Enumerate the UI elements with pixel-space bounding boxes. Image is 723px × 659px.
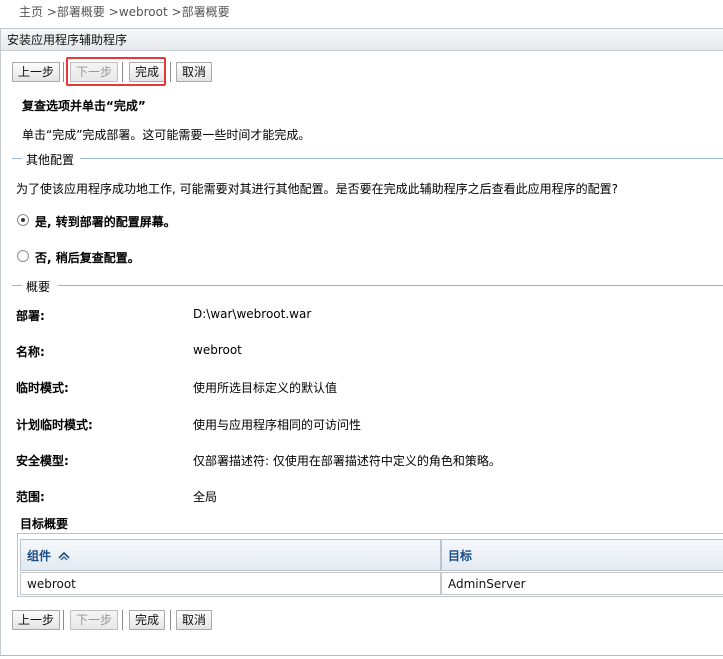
summary-value: 使用与应用程序相同的可访问性 bbox=[193, 418, 362, 432]
summary-label: 计划临时模式: bbox=[16, 418, 93, 432]
next-button-bottom[interactable]: 下一步 bbox=[70, 610, 119, 630]
toolbar-divider bbox=[63, 610, 64, 630]
finish-button-bottom[interactable]: 完成 bbox=[129, 610, 166, 630]
breadcrumb-current: 部署概要 bbox=[181, 5, 230, 19]
summary-label: 范围: bbox=[16, 490, 45, 504]
summary-value: D:\war\webroot.war bbox=[193, 307, 312, 321]
breadcrumb-separator: > bbox=[108, 5, 119, 19]
radio-no-label[interactable]: 否, 稍后复查配置。 bbox=[35, 249, 140, 266]
column-header-target[interactable]: 目标 bbox=[441, 539, 723, 571]
radio-no[interactable] bbox=[17, 250, 29, 262]
section-divider bbox=[80, 158, 723, 159]
summary-value: 使用所选目标定义的默认值 bbox=[193, 381, 338, 395]
breadcrumb-separator: > bbox=[171, 5, 182, 19]
summary-value: webroot bbox=[193, 343, 242, 357]
sort-ascending-icon[interactable] bbox=[58, 541, 70, 573]
summary-label: 部署: bbox=[16, 309, 45, 323]
toolbar-divider bbox=[170, 62, 171, 82]
review-heading: 复查选项并单击“完成” bbox=[22, 99, 146, 113]
summary-value: 仅部署描述符: 仅使用在部署描述符中定义的角色和策略。 bbox=[193, 454, 501, 468]
column-header-label: 组件 bbox=[27, 549, 52, 563]
highlight-box bbox=[66, 57, 166, 86]
radio-yes-label[interactable]: 是, 转到部署的配置屏幕。 bbox=[35, 213, 176, 230]
breadcrumb: 主页 >部署概要 >webroot >部署概要 bbox=[19, 3, 230, 20]
column-header-component[interactable]: 组件 bbox=[20, 539, 441, 571]
summary-label: 安全模型: bbox=[16, 454, 69, 468]
target-summary-title: 目标概要 bbox=[20, 517, 69, 531]
target-summary-table: 组件 目标 webroot AdminServer bbox=[17, 533, 723, 597]
breadcrumb-separator: > bbox=[46, 5, 57, 19]
toolbar-divider bbox=[170, 610, 171, 630]
summary-legend: 概要 bbox=[26, 280, 51, 294]
table-cell-component: webroot bbox=[20, 572, 441, 595]
panel-title: 安装应用程序辅助程序 bbox=[1, 29, 723, 51]
review-text: 单击“完成”完成部署。这可能需要一些时间才能完成。 bbox=[22, 128, 311, 142]
other-config-question: 为了使该应用程序成功地工作, 可能需要对其进行其他配置。是否要在完成此辅助程序之… bbox=[16, 182, 619, 196]
toolbar-divider bbox=[122, 610, 123, 630]
toolbar-divider bbox=[63, 62, 64, 82]
prev-button-bottom[interactable]: 上一步 bbox=[12, 610, 61, 630]
section-divider bbox=[58, 285, 723, 286]
breadcrumb-home-link[interactable]: 主页 bbox=[19, 5, 43, 19]
radio-yes[interactable] bbox=[17, 214, 29, 226]
section-divider bbox=[12, 285, 22, 286]
section-divider bbox=[12, 158, 22, 159]
breadcrumb-webroot-link[interactable]: webroot bbox=[119, 5, 168, 19]
prev-button[interactable]: 上一步 bbox=[12, 62, 61, 82]
summary-label: 名称: bbox=[16, 345, 45, 359]
table-cell-target: AdminServer bbox=[441, 572, 723, 595]
summary-value: 全局 bbox=[193, 490, 218, 504]
summary-label: 临时模式: bbox=[16, 381, 69, 395]
other-config-legend: 其他配置 bbox=[26, 153, 75, 167]
cancel-button[interactable]: 取消 bbox=[176, 62, 213, 82]
breadcrumb-deploy-summary-link[interactable]: 部署概要 bbox=[57, 5, 105, 19]
cancel-button-bottom[interactable]: 取消 bbox=[176, 610, 213, 630]
